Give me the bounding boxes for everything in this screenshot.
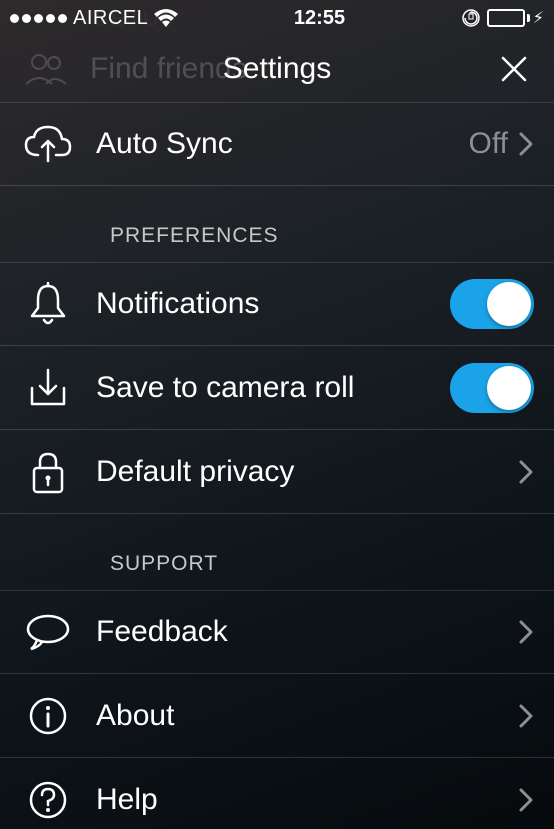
auto-sync-value: Off — [469, 127, 508, 161]
save-camera-toggle[interactable] — [450, 363, 534, 413]
row-default-privacy[interactable]: Default privacy — [0, 430, 554, 514]
download-icon — [0, 368, 96, 408]
chevron-right-icon — [518, 131, 534, 157]
auto-sync-label: Auto Sync — [96, 127, 469, 161]
row-about[interactable]: About — [0, 674, 554, 758]
close-icon — [499, 54, 529, 84]
signal-dots-icon — [10, 14, 67, 23]
row-notifications[interactable]: Notifications — [0, 262, 554, 346]
section-preferences: PREFERENCES — [0, 186, 554, 262]
chevron-right-icon — [518, 459, 534, 485]
page-title: Settings — [223, 52, 331, 86]
speech-bubble-icon — [0, 613, 96, 651]
background-setup-label: SETUP — [94, 6, 177, 32]
help-icon — [0, 780, 96, 820]
settings-header: Settings — [0, 36, 554, 102]
chevron-right-icon — [518, 787, 534, 813]
notifications-toggle[interactable] — [450, 279, 534, 329]
about-label: About — [96, 699, 518, 733]
save-camera-label: Save to camera roll — [96, 371, 450, 405]
row-help[interactable]: Help — [0, 758, 554, 829]
help-label: Help — [96, 783, 518, 817]
lock-icon — [0, 450, 96, 494]
default-privacy-label: Default privacy — [96, 455, 518, 489]
info-icon — [0, 696, 96, 736]
row-save-camera-roll[interactable]: Save to camera roll — [0, 346, 554, 430]
chevron-right-icon — [518, 703, 534, 729]
settings-list: Auto Sync Off PREFERENCES Notifications … — [0, 102, 554, 829]
bell-icon — [0, 282, 96, 326]
feedback-label: Feedback — [96, 615, 518, 649]
status-time: 12:55 — [294, 7, 345, 30]
chevron-right-icon — [518, 619, 534, 645]
orientation-lock-icon — [461, 8, 481, 28]
status-right: ⚡︎ — [461, 8, 544, 28]
section-support: SUPPORT — [0, 514, 554, 590]
cloud-upload-icon — [0, 125, 96, 163]
notifications-label: Notifications — [96, 287, 450, 321]
row-auto-sync[interactable]: Auto Sync Off — [0, 102, 554, 186]
close-button[interactable] — [492, 47, 536, 91]
battery-icon: ⚡︎ — [487, 8, 544, 28]
charging-icon: ⚡︎ — [533, 8, 544, 28]
row-feedback[interactable]: Feedback — [0, 590, 554, 674]
status-bar: AIRCEL 12:55 ⚡︎ — [0, 0, 554, 36]
